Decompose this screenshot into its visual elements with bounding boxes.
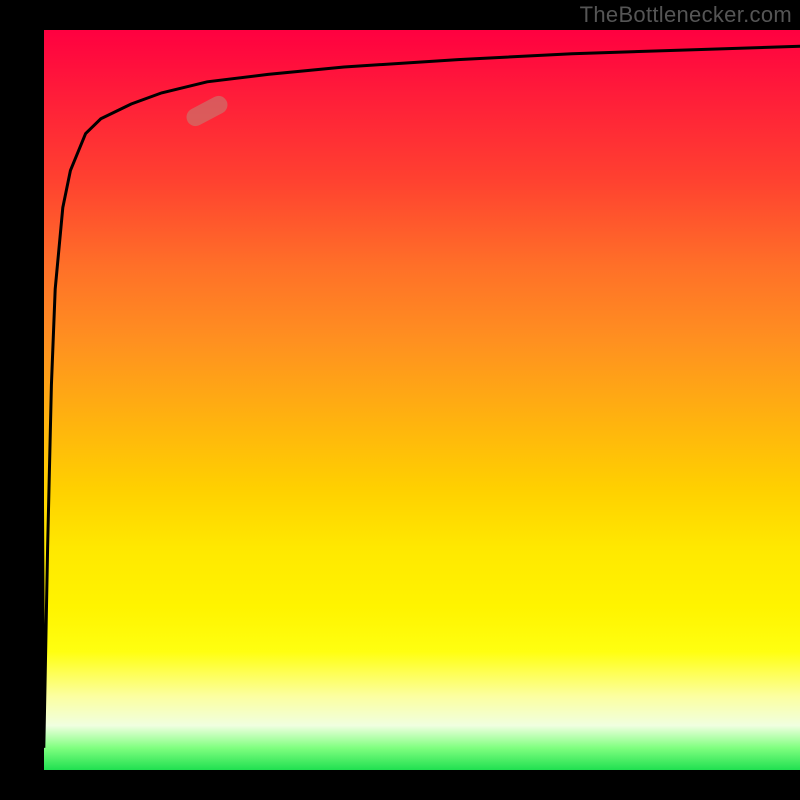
- watermark-text: TheBottlenecker.com: [580, 2, 792, 28]
- x-axis: [40, 770, 800, 774]
- bottleneck-curve: [40, 30, 800, 748]
- chart-curve-layer: [40, 30, 800, 770]
